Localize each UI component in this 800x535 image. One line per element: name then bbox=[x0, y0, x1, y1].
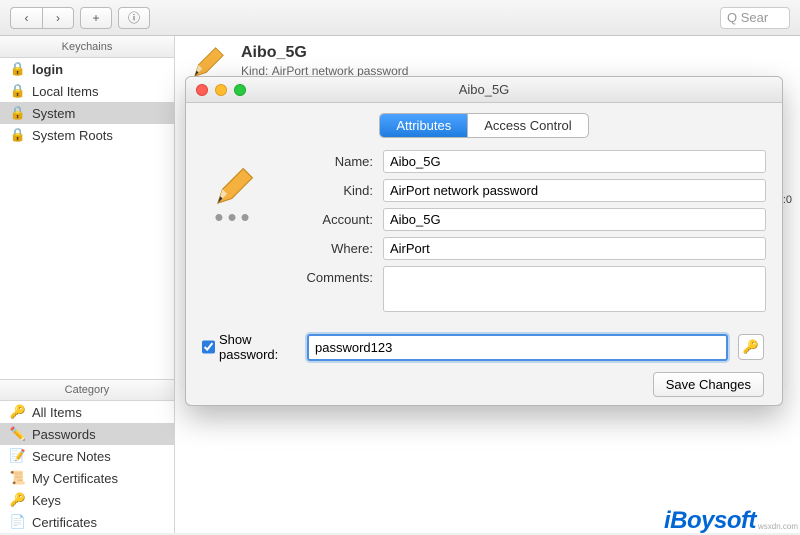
close-icon[interactable] bbox=[196, 84, 208, 96]
show-password-checkbox[interactable] bbox=[202, 340, 215, 354]
kind-field[interactable] bbox=[383, 179, 766, 202]
where-label: Where: bbox=[278, 241, 373, 256]
sidebar-item-label: System bbox=[32, 106, 75, 121]
add-button[interactable]: + bbox=[80, 7, 112, 29]
search-placeholder: Q Sear bbox=[727, 10, 768, 25]
category-header: Category bbox=[0, 379, 174, 401]
passwords-icon: ✏️ bbox=[10, 426, 26, 442]
back-button[interactable]: ‹ bbox=[10, 7, 42, 29]
lock-icon: 🔒 bbox=[10, 61, 26, 77]
tab-access-control[interactable]: Access Control bbox=[467, 114, 587, 137]
detail-heading: Aibo_5G Kind: AirPort network password bbox=[241, 44, 408, 78]
minimize-icon[interactable] bbox=[215, 84, 227, 96]
category-certificates[interactable]: 📄 Certificates bbox=[0, 511, 174, 533]
notes-icon: 📝 bbox=[10, 448, 26, 464]
keychain-local-items[interactable]: 🔒 Local Items bbox=[0, 80, 174, 102]
sidebar-item-label: Secure Notes bbox=[32, 449, 111, 464]
show-password-label: Show password: bbox=[219, 332, 297, 362]
category-all-items[interactable]: 🔑 All Items bbox=[0, 401, 174, 423]
category-secure-notes[interactable]: 📝 Secure Notes bbox=[0, 445, 174, 467]
save-row: Save Changes bbox=[186, 362, 782, 406]
watermark: iBoysoft bbox=[664, 507, 756, 535]
lock-icon: 🔒 bbox=[10, 105, 26, 121]
keychains-header: Keychains bbox=[0, 36, 174, 58]
search-field[interactable]: Q Sear bbox=[720, 7, 790, 29]
attributes-sheet: Aibo_5G Attributes Access Control ••• Na… bbox=[185, 76, 783, 406]
where-field[interactable] bbox=[383, 237, 766, 260]
zoom-icon[interactable] bbox=[234, 84, 246, 96]
keychain-system-roots[interactable]: 🔒 System Roots bbox=[0, 124, 174, 146]
all-items-icon: 🔑 bbox=[10, 404, 26, 420]
sheet-title: Aibo_5G bbox=[459, 82, 510, 97]
sheet-titlebar: Aibo_5G bbox=[186, 77, 782, 103]
tab-bar: Attributes Access Control bbox=[186, 103, 782, 146]
category-my-certificates[interactable]: 📜 My Certificates bbox=[0, 467, 174, 489]
comments-field[interactable] bbox=[383, 266, 766, 312]
keychain-list: 🔒 login 🔒 Local Items 🔒 System 🔒 System Root… bbox=[0, 58, 174, 146]
sidebar-item-label: All Items bbox=[32, 405, 82, 420]
ellipsis-icon: ••• bbox=[214, 212, 253, 222]
keychain-login[interactable]: 🔒 login bbox=[0, 58, 174, 80]
password-row: Show password: 🔑 bbox=[186, 322, 782, 362]
comments-label: Comments: bbox=[278, 266, 373, 285]
toolbar: ‹ › + ⓘ Q Sear bbox=[0, 0, 800, 36]
attributes-form: Name: Kind: Account: Where: Comments: bbox=[278, 150, 766, 312]
keychain-system[interactable]: 🔒 System bbox=[0, 102, 174, 124]
sidebar: Keychains 🔒 login 🔒 Local Items 🔒 System 🔒 S… bbox=[0, 36, 175, 533]
tab-attributes[interactable]: Attributes bbox=[380, 114, 467, 137]
name-field[interactable] bbox=[383, 150, 766, 173]
category-keys[interactable]: 🔑 Keys bbox=[0, 489, 174, 511]
lock-icon: 🔒 bbox=[10, 83, 26, 99]
category-list: 🔑 All Items ✏️ Passwords 📝 Secure Notes 📜 My… bbox=[0, 401, 174, 533]
sidebar-item-label: My Certificates bbox=[32, 471, 118, 486]
name-label: Name: bbox=[278, 154, 373, 169]
save-changes-button[interactable]: Save Changes bbox=[653, 372, 764, 397]
category-passwords[interactable]: ✏️ Passwords bbox=[0, 423, 174, 445]
lock-icon: 🔒 bbox=[10, 127, 26, 143]
cert-icon: 📄 bbox=[10, 514, 26, 530]
sidebar-item-label: Keys bbox=[32, 493, 61, 508]
kind-label: Kind: bbox=[278, 183, 373, 198]
sidebar-item-label: Certificates bbox=[32, 515, 97, 530]
nav-group: ‹ › bbox=[10, 7, 74, 29]
key-button[interactable]: 🔑 bbox=[738, 334, 764, 360]
sidebar-item-label: login bbox=[32, 62, 63, 77]
sidebar-item-label: Local Items bbox=[32, 84, 98, 99]
sheet-pencil-icon: ••• bbox=[202, 150, 266, 312]
source-mark: wsxdn.com bbox=[758, 522, 798, 531]
key-icon: 🔑 bbox=[743, 339, 759, 355]
account-label: Account: bbox=[278, 212, 373, 227]
sidebar-item-label: Passwords bbox=[32, 427, 96, 442]
tab-control: Attributes Access Control bbox=[379, 113, 588, 138]
forward-button[interactable]: › bbox=[42, 7, 74, 29]
cert-icon: 📜 bbox=[10, 470, 26, 486]
sheet-body: ••• Name: Kind: Account: Where: Comments… bbox=[186, 146, 782, 322]
sidebar-item-label: System Roots bbox=[32, 128, 113, 143]
account-field[interactable] bbox=[383, 208, 766, 231]
key-icon: 🔑 bbox=[10, 492, 26, 508]
traffic-lights bbox=[196, 84, 246, 96]
password-field[interactable] bbox=[307, 334, 728, 361]
info-button[interactable]: ⓘ bbox=[118, 7, 150, 29]
item-title: Aibo_5G bbox=[241, 44, 408, 62]
